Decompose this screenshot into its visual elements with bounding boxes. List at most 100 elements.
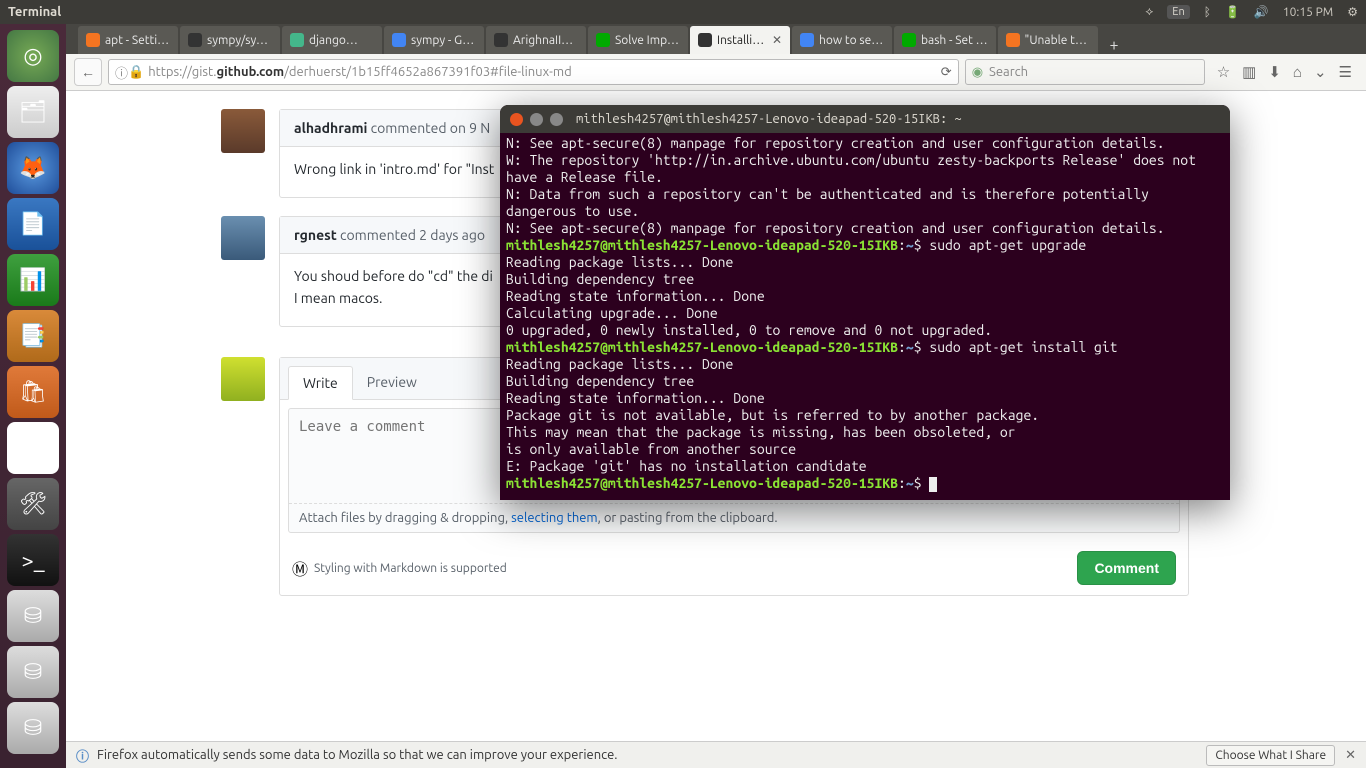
close-icon[interactable]: ✕ — [1345, 748, 1356, 763]
browser-tab[interactable]: "Unable t… — [998, 26, 1098, 54]
compose-footer: Ⓜ Styling with Markdown is supported Com… — [280, 541, 1188, 595]
terminal-line: Reading package lists... Done — [506, 356, 1224, 373]
terminal-body[interactable]: N: See apt-secure(8) manpage for reposit… — [500, 133, 1230, 500]
favicon — [800, 33, 814, 47]
disk1[interactable]: ⛁ — [7, 590, 59, 642]
window-maximize-icon[interactable] — [550, 113, 563, 126]
browser-tab[interactable]: sympy - G… — [384, 26, 484, 54]
terminal-line: N: Data from such a repository can't be … — [506, 186, 1224, 220]
browser-tab[interactable]: apt - Setti… — [78, 26, 178, 54]
gear-icon[interactable]: ⚙ — [1347, 5, 1358, 19]
firefox-app[interactable]: 🦊 — [7, 142, 59, 194]
terminal-titlebar[interactable]: mithlesh4257@mithlesh4257-Lenovo-ideapad… — [500, 105, 1230, 133]
downloads-icon[interactable]: ⬇ — [1268, 63, 1281, 81]
favicon — [1006, 33, 1020, 47]
writer-app[interactable]: 📄 — [7, 198, 59, 250]
identity-icon[interactable]: ⓘ — [115, 63, 128, 82]
comment-author[interactable]: alhadhrami — [294, 120, 367, 136]
tab-label: apt - Setti… — [105, 34, 169, 47]
avatar[interactable] — [221, 216, 265, 260]
tab-label: how to se… — [819, 34, 883, 47]
favicon — [188, 33, 202, 47]
dash-icon[interactable]: ◎ — [7, 30, 59, 82]
volume-icon[interactable]: 🔊 — [1254, 5, 1269, 19]
bluetooth-icon[interactable]: ᛒ — [1204, 6, 1211, 19]
comment-button[interactable]: Comment — [1077, 551, 1176, 585]
browser-tab[interactable]: Solve Imp… — [588, 26, 688, 54]
browser-tab[interactable]: bash - Set … — [894, 26, 996, 54]
software-center[interactable]: 🛍 — [7, 366, 59, 418]
terminal-app[interactable]: >_ — [7, 534, 59, 586]
browser-tab[interactable]: ArighnaII… — [486, 26, 586, 54]
keyboard-layout[interactable]: En — [1167, 5, 1189, 19]
tab-label: ArighnaII… — [513, 34, 573, 47]
browser-tab[interactable]: django… — [282, 26, 382, 54]
new-tab-button[interactable]: + — [1100, 36, 1129, 54]
favicon — [290, 33, 304, 47]
browser-tab[interactable]: sympy/sy… — [180, 26, 280, 54]
choose-share-button[interactable]: Choose What I Share — [1206, 745, 1335, 766]
attach-hint: Attach files by dragging & dropping, sel… — [289, 503, 1179, 532]
tab-label: django… — [309, 34, 358, 47]
amazon-app[interactable]: a — [7, 422, 59, 474]
url-bar[interactable]: ⓘ 🔒 https://gist.github.com/derhuerst/1b… — [108, 59, 959, 85]
terminal-line: N: See apt-secure(8) manpage for reposit… — [506, 220, 1224, 237]
url-host: github.com — [217, 65, 285, 79]
back-button[interactable]: ← — [74, 58, 102, 86]
info-icon: ⓘ — [76, 746, 89, 765]
browser-tab[interactable]: Installi… ✕ — [690, 26, 790, 54]
comment-meta: commented on 9 N — [371, 120, 491, 136]
settings-app[interactable]: 🛠 — [7, 478, 59, 530]
terminal-line: mithlesh4257@mithlesh4257-Lenovo-ideapad… — [506, 475, 1224, 492]
notification-text: Firefox automatically sends some data to… — [97, 748, 617, 762]
tab-label: sympy/sy… — [207, 34, 268, 47]
battery-icon[interactable]: 🔋 — [1225, 5, 1240, 19]
impress-app[interactable]: 📑 — [7, 310, 59, 362]
files-app[interactable]: 🗂 — [7, 86, 59, 138]
terminal-line: This may mean that the package is missin… — [506, 424, 1224, 441]
browser-tab[interactable]: how to se… — [792, 26, 892, 54]
calc-app[interactable]: 📊 — [7, 254, 59, 306]
markdown-hint: Styling with Markdown is supported — [314, 562, 507, 575]
library-icon[interactable]: ▥ — [1242, 63, 1256, 81]
search-bar[interactable]: ◉ Search — [965, 59, 1205, 85]
menu-icon[interactable]: ☰ — [1339, 63, 1352, 81]
favicon — [494, 33, 508, 47]
tab-close-icon[interactable]: ✕ — [772, 33, 782, 47]
terminal-line: mithlesh4257@mithlesh4257-Lenovo-ideapad… — [506, 237, 1224, 254]
window-close-icon[interactable] — [510, 113, 523, 126]
terminal-line: Reading state information... Done — [506, 288, 1224, 305]
terminal-line: mithlesh4257@mithlesh4257-Lenovo-ideapad… — [506, 339, 1224, 356]
favicon — [392, 33, 406, 47]
terminal-line: Building dependency tree — [506, 373, 1224, 390]
disk2[interactable]: ⛁ — [7, 646, 59, 698]
preview-tab[interactable]: Preview — [353, 366, 431, 399]
lock-icon: 🔒 — [128, 65, 144, 80]
terminal-line: W: The repository 'http://in.archive.ubu… — [506, 152, 1224, 186]
tab-label: "Unable t… — [1025, 34, 1087, 47]
reload-icon[interactable]: ⟳ — [941, 65, 952, 80]
markdown-icon: Ⓜ — [292, 556, 308, 580]
wifi-icon[interactable]: ⟡ — [1145, 5, 1153, 19]
clock[interactable]: 10:15 PM — [1283, 6, 1333, 19]
firefox-notification-bar: ⓘ Firefox automatically sends some data … — [66, 741, 1366, 768]
selecting-them-link[interactable]: selecting them — [511, 511, 598, 525]
disk3[interactable]: ⛁ — [7, 702, 59, 754]
window-minimize-icon[interactable] — [530, 113, 543, 126]
avatar[interactable] — [221, 357, 265, 401]
browser-tabs: apt - Setti… sympy/sy… django… sympy - G… Ar… — [66, 24, 1366, 54]
terminal-line: Package git is not available, but is ref… — [506, 407, 1224, 424]
comment-author[interactable]: rgnest — [294, 227, 337, 243]
terminal-window[interactable]: mithlesh4257@mithlesh4257-Lenovo-ideapad… — [500, 105, 1230, 500]
home-icon[interactable]: ⌂ — [1293, 63, 1302, 81]
terminal-line: N: See apt-secure(8) manpage for reposit… — [506, 135, 1224, 152]
pocket-icon[interactable]: ⌄ — [1314, 63, 1327, 81]
menubar-indicators: ⟡ En ᛒ 🔋 🔊 10:15 PM ⚙ — [1145, 5, 1358, 19]
bookmark-star-icon[interactable]: ☆ — [1217, 63, 1230, 81]
tab-label: Installi… — [717, 34, 764, 47]
write-tab[interactable]: Write — [288, 366, 353, 400]
search-placeholder: Search — [989, 65, 1028, 79]
avatar[interactable] — [221, 109, 265, 153]
terminal-line: E: Package 'git' has no installation can… — [506, 458, 1224, 475]
search-engine-icon: ◉ — [972, 65, 983, 80]
